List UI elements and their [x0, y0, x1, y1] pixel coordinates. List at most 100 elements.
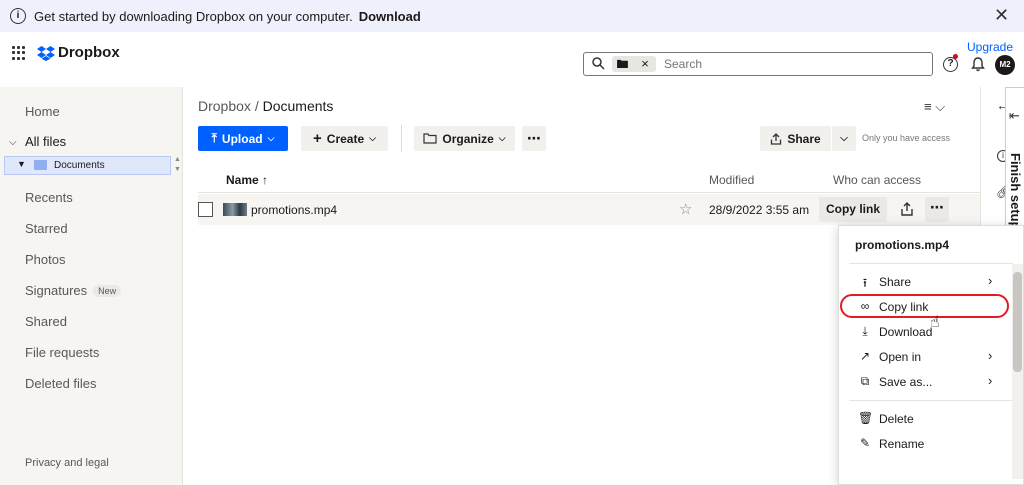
- chevron-down-icon: ⌵: [369, 133, 376, 143]
- menu-item-download[interactable]: ⤓ Download: [839, 321, 1011, 343]
- upgrade-link[interactable]: Upgrade: [967, 40, 1013, 54]
- chevron-down-icon: ⌵: [498, 133, 506, 143]
- copy-link-highlight: [840, 294, 1009, 318]
- more-actions-button[interactable]: ⋯: [522, 126, 546, 151]
- menu-item-share[interactable]: ⭱ Share ›: [839, 271, 1011, 293]
- column-header-name[interactable]: Name ↑: [226, 173, 268, 187]
- view-options-icon[interactable]: ≡ ⌵: [924, 99, 945, 115]
- row-more-button[interactable]: ⋯: [925, 197, 949, 222]
- folder-outline-icon: [423, 133, 438, 144]
- file-name[interactable]: promotions.mp4: [251, 203, 337, 217]
- caret-down-icon[interactable]: ▼: [17, 159, 26, 169]
- banner-download-link[interactable]: Download: [359, 9, 421, 24]
- row-checkbox[interactable]: [198, 202, 213, 217]
- organize-button[interactable]: Organize ⌵: [414, 126, 515, 151]
- menu-item-save-as[interactable]: ⧉ Save as... ›: [839, 371, 1011, 393]
- sidebar-scroll-arrows[interactable]: ▲ ▼: [174, 155, 181, 175]
- sidebar-subitem-documents[interactable]: ▼ Documents: [4, 156, 171, 175]
- menu-item-rename[interactable]: ✎ Rename: [839, 433, 1011, 455]
- share-icon[interactable]: [900, 202, 914, 216]
- bell-icon[interactable]: [971, 57, 985, 72]
- sidebar-item-starred[interactable]: Starred: [25, 221, 68, 236]
- share-options-button[interactable]: ⌵: [832, 126, 856, 151]
- sidebar-item-recents[interactable]: Recents: [25, 190, 73, 205]
- sort-ascending-icon: ↑: [262, 173, 269, 187]
- organize-label: Organize: [442, 131, 494, 146]
- chevron-right-icon: ›: [988, 348, 993, 363]
- access-note: Only you have access: [862, 133, 951, 143]
- breadcrumb-separator: /: [254, 98, 259, 114]
- folder-icon: [34, 160, 47, 170]
- menu-divider: [849, 263, 1013, 264]
- create-label: Create: [326, 131, 365, 146]
- chevron-down-icon: ⌵: [267, 133, 275, 143]
- search-scope-chip[interactable]: [612, 56, 634, 72]
- folder-icon: [617, 59, 628, 68]
- notification-dot: [953, 54, 958, 59]
- search-input[interactable]: [664, 56, 924, 72]
- finish-setup-label: Finish setup: [1008, 153, 1023, 230]
- sidebar-item-signatures[interactable]: Signatures New: [25, 283, 122, 298]
- app-grid-icon[interactable]: [12, 46, 26, 60]
- rename-icon: ✎: [859, 436, 871, 450]
- brand-name: Dropbox: [58, 44, 120, 61]
- column-header-modified[interactable]: Modified: [709, 173, 754, 187]
- star-icon[interactable]: ☆: [679, 200, 692, 218]
- table-row[interactable]: promotions.mp4 ☆ 28/9/2022 3:55 am Copy …: [198, 194, 980, 225]
- top-bar: Dropbox × Upgrade ? M2: [0, 32, 1024, 87]
- breadcrumb-root[interactable]: Dropbox: [198, 98, 251, 114]
- hand-cursor-icon: ☝: [930, 314, 940, 331]
- copy-link-button[interactable]: Copy link: [819, 197, 887, 222]
- search-icon: [592, 57, 605, 70]
- sidebar-item-deleted-files[interactable]: Deleted files: [25, 376, 97, 391]
- header-divider: [198, 192, 980, 193]
- sidebar-item-shared[interactable]: Shared: [25, 314, 67, 329]
- new-badge: New: [93, 285, 122, 297]
- column-header-access[interactable]: Who can access: [833, 173, 921, 187]
- breadcrumb: Dropbox / Documents: [198, 98, 333, 114]
- upload-icon: ⤒: [211, 131, 217, 145]
- context-menu: promotions.mp4 ⭱ Share › ∞ Copy link ⤓ D…: [838, 225, 1024, 485]
- scrollbar-thumb[interactable]: [1013, 272, 1022, 372]
- chevron-down-icon[interactable]: ⌵: [9, 137, 17, 148]
- download-icon: ⤓: [862, 324, 868, 338]
- search-box[interactable]: ×: [583, 52, 933, 76]
- share-label: Share: [787, 131, 821, 146]
- upload-button[interactable]: ⤒ Upload ⌵: [198, 126, 288, 151]
- share-icon: [771, 132, 782, 145]
- menu-item-label: Open in: [879, 350, 922, 364]
- avatar[interactable]: M2: [995, 55, 1015, 75]
- dropbox-logo[interactable]: Dropbox: [37, 44, 120, 61]
- info-icon: i: [10, 8, 26, 24]
- trash-icon: 🗑︎: [858, 411, 874, 425]
- menu-divider: [849, 400, 1013, 401]
- page-title: Documents: [262, 98, 334, 114]
- save-as-icon: ⧉: [860, 374, 870, 388]
- menu-scrollbar[interactable]: [1012, 264, 1023, 479]
- chevron-right-icon: ›: [988, 373, 993, 388]
- menu-item-label: Save as...: [879, 375, 933, 389]
- menu-item-label: Delete: [879, 412, 914, 426]
- clear-scope-icon[interactable]: ×: [634, 56, 656, 72]
- modified-date: 28/9/2022 3:55 am: [709, 203, 810, 217]
- banner-message: Get started by downloading Dropbox on yo…: [34, 9, 421, 24]
- context-menu-title: promotions.mp4: [855, 238, 950, 252]
- sidebar: Home ⌵ All files ▼ Documents ▲ ▼ Recents …: [0, 87, 183, 485]
- plus-icon: +: [313, 130, 322, 147]
- menu-item-label: Rename: [879, 437, 925, 451]
- menu-item-delete[interactable]: 🗑︎ Delete: [839, 408, 1011, 430]
- menu-item-open-in[interactable]: ↗ Open in ›: [839, 346, 1011, 368]
- sidebar-item-all-files[interactable]: All files: [25, 134, 66, 149]
- collapse-panel-icon[interactable]: ⇤: [1009, 108, 1020, 124]
- video-thumbnail: [223, 203, 247, 216]
- dropbox-logo-icon: [37, 45, 55, 61]
- create-button[interactable]: + Create ⌵: [301, 126, 388, 151]
- close-icon[interactable]: ✕: [994, 5, 1009, 26]
- sidebar-item-home[interactable]: Home: [25, 104, 60, 119]
- sidebar-item-photos[interactable]: Photos: [25, 252, 65, 267]
- share-folder-button[interactable]: Share: [760, 126, 831, 151]
- help-icon[interactable]: ?: [943, 57, 958, 72]
- sidebar-item-label: Signatures: [25, 283, 88, 298]
- sidebar-item-file-requests[interactable]: File requests: [25, 345, 99, 360]
- privacy-link[interactable]: Privacy and legal: [25, 457, 109, 469]
